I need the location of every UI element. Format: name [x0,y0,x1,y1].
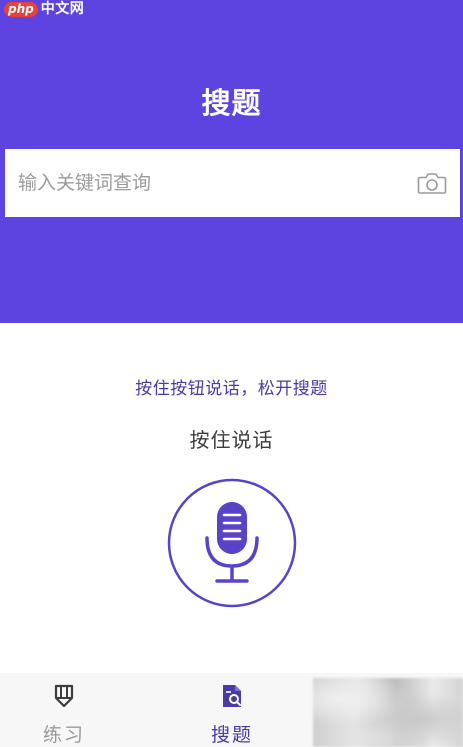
watermark-badge: php [4,1,38,17]
page-title: 搜题 [201,86,262,120]
watermark-text: 中文网 [40,1,85,17]
tab-practice-label: 练习 [42,724,85,746]
blurred-overlay [313,678,463,747]
camera-button[interactable] [416,170,448,196]
microphone-icon [167,478,297,608]
watermark-logo: php 中文网 [4,1,84,17]
search-input[interactable] [18,163,416,203]
press-to-talk-label: 按住说话 [189,428,274,452]
tab-search[interactable]: 搜题 [182,673,282,747]
camera-icon [417,173,447,194]
tab-practice[interactable]: 练习 [14,673,114,747]
search-document-icon [219,683,245,709]
pencil-icon [51,683,77,709]
tab-search-label: 搜题 [210,724,253,746]
search-bar [5,149,460,217]
voice-hint-text: 按住按钮说话，松开搜题 [135,379,328,399]
voice-record-button[interactable] [167,478,297,608]
header-bar: php 中文网 搜题 [0,0,463,323]
